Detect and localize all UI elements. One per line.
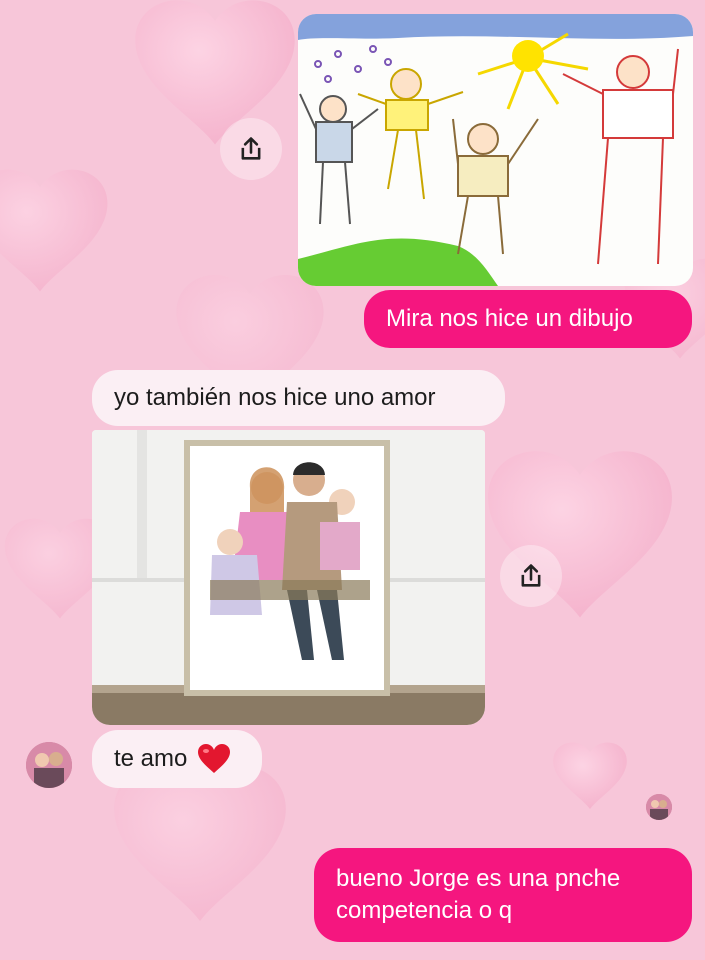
avatar-photo [26, 742, 72, 788]
message-text-line: bueno Jorge es una pnche [336, 865, 621, 892]
avatar-photo [646, 794, 672, 820]
received-message-bubble[interactable]: yo también nos hice uno amor [92, 370, 505, 426]
message-text: te amo [114, 745, 188, 772]
sent-message-bubble[interactable]: Mira nos hice un dibujo [364, 290, 692, 348]
message-text-line: competencia o q [336, 897, 513, 924]
child-drawing-image[interactable] [298, 14, 693, 286]
contact-avatar[interactable] [26, 742, 72, 788]
portrait-illustration [92, 430, 485, 725]
message-text: Mira nos hice un dibujo [386, 305, 633, 332]
red-heart-emoji [198, 744, 231, 773]
share-icon [521, 564, 541, 587]
share-button[interactable] [220, 118, 282, 180]
received-message-bubble[interactable]: te amo [92, 730, 262, 788]
message-text: yo también nos hice uno amor [114, 384, 436, 411]
share-icon [241, 137, 261, 160]
family-portrait-image[interactable] [92, 430, 485, 725]
share-button[interactable] [500, 545, 562, 607]
sent-message-bubble[interactable]: bueno Jorge es una pnche competencia o q [314, 848, 692, 942]
read-receipt-avatar [646, 794, 672, 820]
drawing-illustration [298, 14, 693, 286]
